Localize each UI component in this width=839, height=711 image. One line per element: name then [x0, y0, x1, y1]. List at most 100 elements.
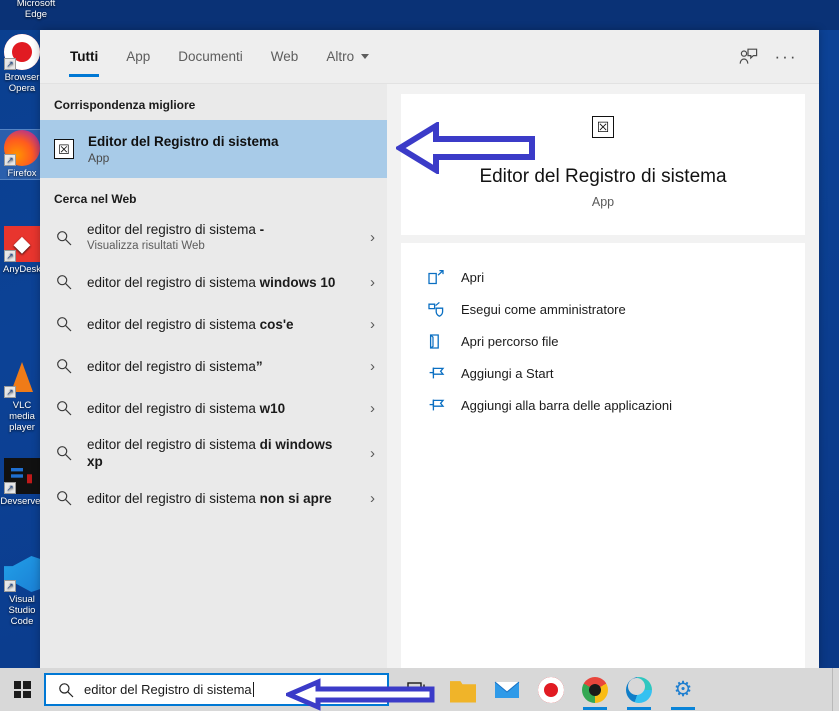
- tab-altro[interactable]: Altro: [312, 30, 383, 83]
- running-indicator: [671, 707, 695, 710]
- desktop-shortcut-anydesk[interactable]: ◆ ↗ AnyDesk: [0, 226, 44, 275]
- registry-editor-icon: ☒: [54, 139, 74, 159]
- taskbar-app-icons: ⚙: [397, 668, 705, 711]
- web-suggestion-texts: editor del registro di sistema windows 1…: [87, 274, 351, 291]
- shortcut-arrow-badge: ↗: [4, 580, 16, 592]
- desktop-shortcut-opera[interactable]: ↗ Browser Opera: [0, 34, 44, 94]
- desktop-shortcut-vlc[interactable]: ↗ VLC media player: [0, 362, 44, 433]
- web-suggestion-highlight: w10: [259, 400, 286, 416]
- desktop-shortcut-edge[interactable]: Microsoft Edge: [6, 0, 66, 20]
- web-suggestion-item[interactable]: editor del registro di sistema - Visualiz…: [40, 214, 387, 261]
- search-icon: [54, 445, 74, 461]
- edge-icon[interactable]: [617, 668, 661, 711]
- web-suggestion-texts: editor del registro di sistema - Visualiz…: [87, 221, 351, 254]
- web-suggestion-item[interactable]: editor del registro di sistema cos'e ›: [40, 303, 387, 345]
- action-apri-percorso-label: Apri percorso file: [461, 333, 559, 349]
- desktop-shortcut-devserver-label: Devserver: [0, 496, 44, 507]
- search-tabs: Tutti App Documenti Web Altro: [40, 30, 383, 83]
- tab-web-label: Web: [270, 49, 299, 64]
- taskbar-search-box[interactable]: editor del Registro di sistema: [44, 673, 389, 706]
- more-options-icon[interactable]: ···: [769, 40, 803, 74]
- opera-icon[interactable]: [529, 668, 573, 711]
- tab-tutti-label: Tutti: [70, 49, 99, 64]
- desktop-shortcut-firefox-label: Firefox: [7, 168, 37, 179]
- devserver-icon: ↗: [4, 458, 40, 494]
- action-apri-label: Apri: [461, 269, 485, 285]
- web-suggestion-texts: editor del registro di sistema cos'e: [87, 316, 351, 333]
- web-suggestion-highlight: ”: [255, 358, 263, 374]
- tab-tutti[interactable]: Tutti: [56, 30, 112, 83]
- web-suggestion-texts: editor del registro di sistema w10: [87, 400, 351, 417]
- tab-documenti-label: Documenti: [178, 49, 243, 64]
- search-icon: [54, 490, 74, 506]
- missing-icon-glyph: ☒: [58, 141, 70, 157]
- web-suggestion-highlight: windows 10: [259, 274, 336, 290]
- web-suggestion-highlight: cos'e: [259, 316, 294, 332]
- app-actions-card: Apri Esegui come amministratore Apri per…: [401, 243, 805, 668]
- app-preview-pane: ☒ Editor del Registro di sistema App Apr…: [387, 84, 819, 668]
- taskbar-search-value: editor del Registro di sistema: [84, 682, 252, 697]
- shortcut-arrow-badge: ↗: [4, 154, 16, 166]
- tab-documenti[interactable]: Documenti: [164, 30, 257, 83]
- folder-open-icon: [427, 333, 445, 349]
- desktop-shortcut-devserver[interactable]: ↗ Devserver: [0, 458, 44, 507]
- action-esegui-come-amministratore[interactable]: Esegui come amministratore: [401, 293, 805, 325]
- shortcut-arrow-badge: ↗: [4, 250, 16, 262]
- feedback-icon[interactable]: [731, 40, 765, 74]
- mail-icon[interactable]: [485, 668, 529, 711]
- action-esegui-label: Esegui come amministratore: [461, 301, 626, 317]
- preview-header-card: ☒ Editor del Registro di sistema App: [401, 94, 805, 235]
- blue-app-icon[interactable]: ⚙: [661, 668, 705, 711]
- action-apri-percorso-file[interactable]: Apri percorso file: [401, 325, 805, 357]
- opera-icon: ↗: [4, 34, 40, 70]
- best-match-title: Editor del Registro di sistema: [88, 133, 279, 149]
- web-suggestion-texts: editor del registro di sistema non si ap…: [87, 490, 351, 507]
- web-suggestion-query: editor del registro di sistema non si ap…: [87, 490, 351, 507]
- file-explorer-icon[interactable]: [441, 668, 485, 711]
- section-title-best-match: Corrispondenza migliore: [54, 98, 196, 112]
- shield-run-icon: [427, 301, 445, 317]
- action-aggiungi-barra-applicazioni[interactable]: Aggiungi alla barra delle applicazioni: [401, 389, 805, 421]
- show-desktop-button[interactable]: [832, 668, 839, 711]
- web-suggestion-texts: editor del registro di sistema”: [87, 358, 351, 375]
- search-icon: [54, 316, 74, 332]
- web-suggestion-prefix: editor del registro di sistema: [87, 316, 260, 332]
- web-suggestion-query: editor del registro di sistema -: [87, 221, 351, 238]
- action-apri[interactable]: Apri: [401, 261, 805, 293]
- web-suggestion-item[interactable]: editor del registro di sistema di window…: [40, 429, 387, 477]
- desktop-shortcut-edge-label: Microsoft Edge: [16, 0, 56, 20]
- more-options-glyph: ···: [774, 47, 798, 66]
- tab-app[interactable]: App: [112, 30, 164, 83]
- tab-altro-label: Altro: [326, 49, 355, 64]
- preview-app-subtitle: App: [591, 195, 615, 209]
- desktop-shortcut-vscode[interactable]: ↗ Visual Studio Code: [0, 556, 44, 627]
- text-cursor: [252, 682, 254, 697]
- action-aggiungi-taskbar-label: Aggiungi alla barra delle applicazioni: [461, 397, 673, 413]
- preview-app-title: Editor del Registro di sistema: [479, 166, 727, 187]
- task-view-icon[interactable]: [397, 668, 441, 711]
- search-header: Tutti App Documenti Web Altro ···: [40, 30, 819, 84]
- result-item-best-match[interactable]: ☒ Editor del Registro di sistema App: [40, 120, 387, 178]
- desktop-top-strip: [0, 0, 839, 30]
- web-suggestion-query: editor del registro di sistema”: [87, 358, 351, 375]
- web-suggestion-item[interactable]: editor del registro di sistema” ›: [40, 345, 387, 387]
- desktop-shortcut-anydesk-label: AnyDesk: [2, 264, 41, 275]
- taskbar-search-input[interactable]: editor del Registro di sistema: [84, 682, 254, 697]
- web-suggestion-prefix: editor del registro di sistema: [87, 274, 260, 290]
- chrome-icon[interactable]: [573, 668, 617, 711]
- web-suggestion-item[interactable]: editor del registro di sistema non si ap…: [40, 477, 387, 519]
- shortcut-arrow-badge: ↗: [4, 386, 16, 398]
- web-suggestion-item[interactable]: editor del registro di sistema windows 1…: [40, 261, 387, 303]
- action-aggiungi-a-start[interactable]: Aggiungi a Start: [401, 357, 805, 389]
- desktop-shortcut-vlc-label: VLC media player: [9, 400, 35, 433]
- firefox-icon: ↗: [4, 130, 40, 166]
- start-button[interactable]: [0, 668, 44, 711]
- search-icon: [58, 682, 74, 698]
- search-flyout: Tutti App Documenti Web Altro ··· Corris…: [40, 30, 819, 668]
- running-indicator: [627, 707, 651, 710]
- web-suggestion-item[interactable]: editor del registro di sistema w10 ›: [40, 387, 387, 429]
- tab-app-label: App: [126, 49, 151, 64]
- desktop-shortcut-firefox[interactable]: ↗ Firefox: [0, 129, 45, 180]
- tab-web[interactable]: Web: [257, 30, 313, 83]
- blue-app-glyph: ⚙: [673, 677, 693, 701]
